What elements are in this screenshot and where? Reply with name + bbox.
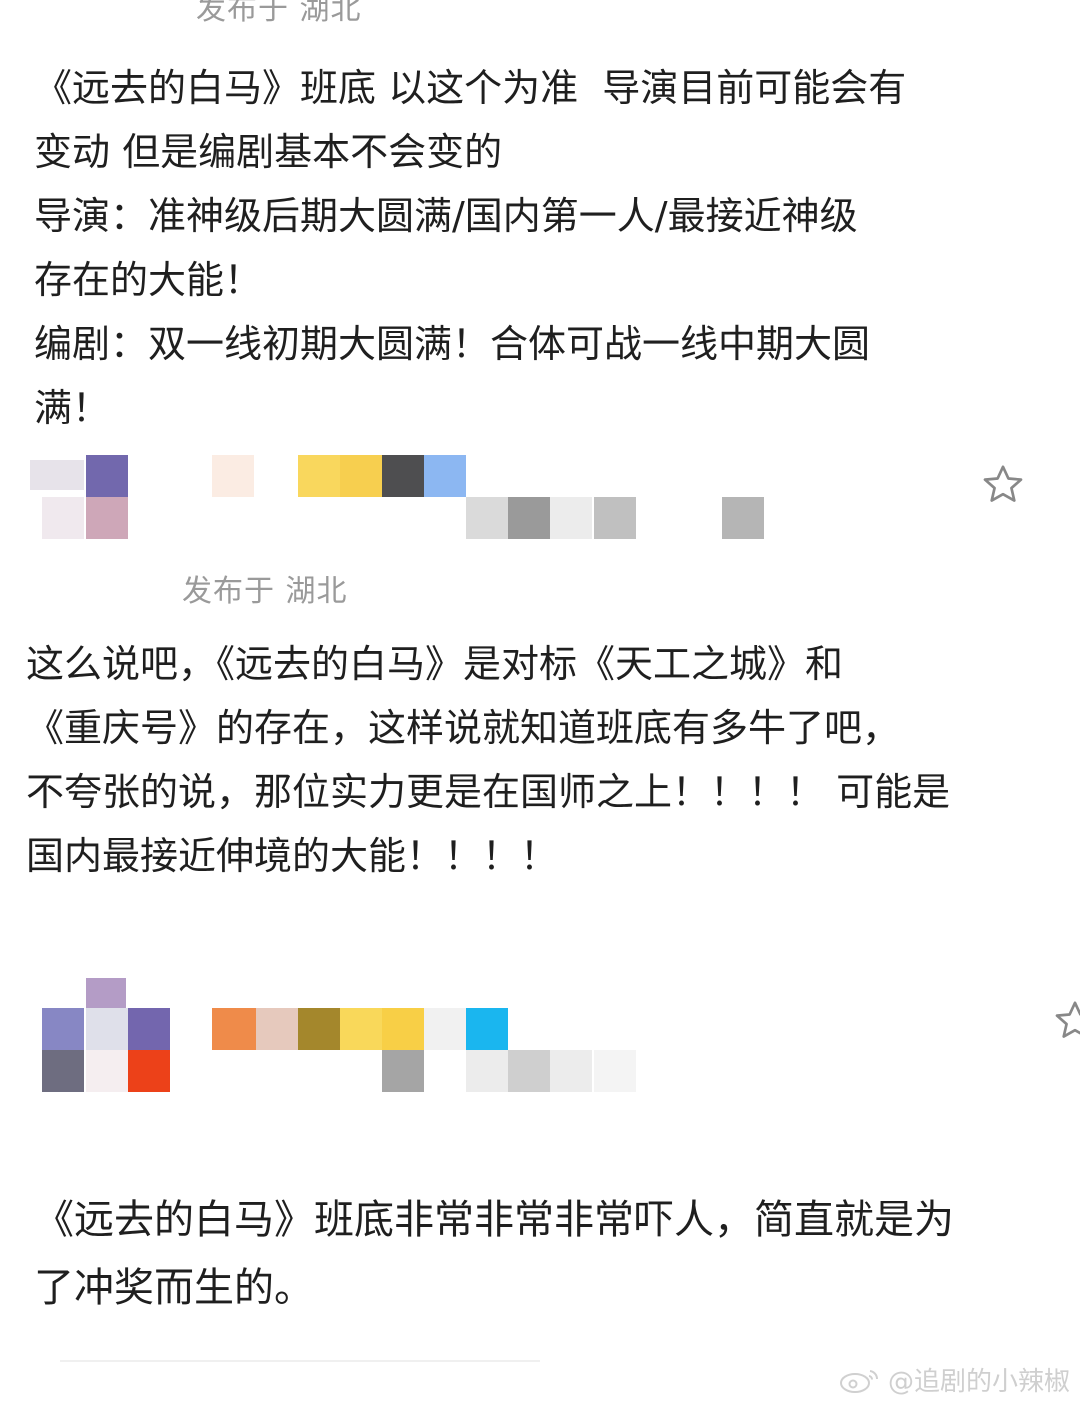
star-outline-icon[interactable] xyxy=(980,462,1026,508)
post-body: 《远去的白马》班底非常非常非常吓人，简直就是为 了冲奖而生的。 xyxy=(34,1197,954,1311)
watermark-text: @追剧的小辣椒 xyxy=(887,1367,1070,1397)
divider xyxy=(60,1360,540,1362)
post-location: 发布于 湖北 xyxy=(182,574,348,609)
post-body: 这么说吧，《远去的白马》是对标《天工之城》和 《重庆号》的存在，这样说就知道班底… xyxy=(26,642,951,878)
watermark: @追剧的小辣椒 xyxy=(838,1361,1070,1398)
post-location: 发布于 湖北 xyxy=(196,0,362,27)
post-body: 《远去的白马》班底 以这个为准 导演目前可能会有 变动 但是编剧基本不会变的 导… xyxy=(34,66,907,430)
star-outline-icon[interactable] xyxy=(1052,998,1080,1044)
weibo-logo-icon xyxy=(839,1369,878,1393)
